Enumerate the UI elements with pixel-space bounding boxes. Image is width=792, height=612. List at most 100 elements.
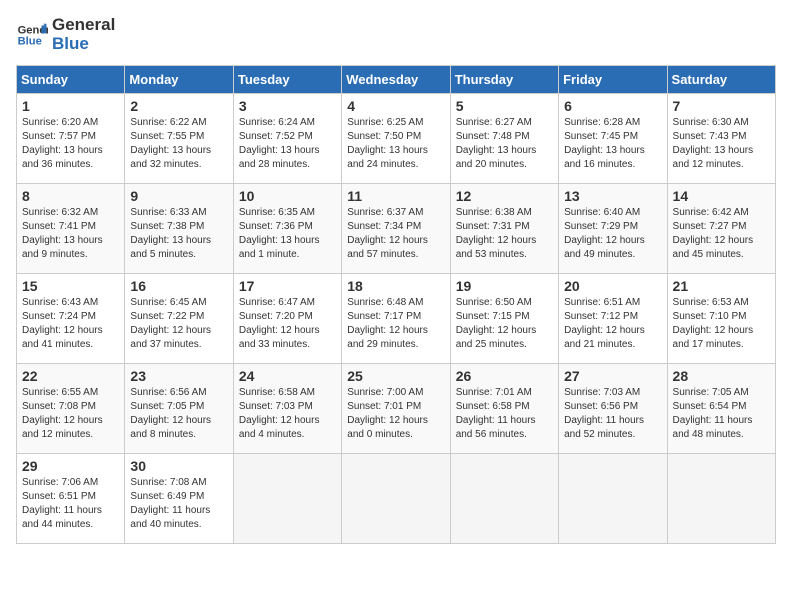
weekday-header: Wednesday — [342, 66, 450, 94]
day-number: 17 — [239, 278, 336, 294]
calendar-table: SundayMondayTuesdayWednesdayThursdayFrid… — [16, 65, 776, 544]
calendar-cell: 22 Sunrise: 6:55 AMSunset: 7:08 PMDayligh… — [17, 364, 125, 454]
day-number: 5 — [456, 98, 553, 114]
calendar-cell: 10 Sunrise: 6:35 AMSunset: 7:36 PMDayligh… — [233, 184, 341, 274]
calendar-cell — [233, 454, 341, 544]
day-number: 30 — [130, 458, 227, 474]
day-number: 24 — [239, 368, 336, 384]
calendar-cell: 1Sunrise: 6:20 AMSunset: 7:57 PMDaylight… — [17, 94, 125, 184]
day-info: Sunrise: 6:50 AMSunset: 7:15 PMDaylight:… — [456, 296, 553, 352]
day-info: Sunrise: 6:28 AMSunset: 7:45 PMDaylight:… — [564, 116, 661, 172]
day-info: Sunrise: 7:08 AMSunset: 6:49 PMDaylight:… — [130, 476, 227, 532]
calendar-cell: 14 Sunrise: 6:42 AMSunset: 7:27 PMDayligh… — [667, 184, 775, 274]
calendar-cell: 27 Sunrise: 7:03 AMSunset: 6:56 PMDayligh… — [559, 364, 667, 454]
logo: General Blue General Blue — [16, 16, 115, 53]
day-info: Sunrise: 6:43 AMSunset: 7:24 PMDaylight:… — [22, 296, 119, 352]
day-info: Sunrise: 6:24 AMSunset: 7:52 PMDaylight:… — [239, 116, 336, 172]
calendar-cell: 20 Sunrise: 6:51 AMSunset: 7:12 PMDayligh… — [559, 274, 667, 364]
day-info: Sunrise: 7:05 AMSunset: 6:54 PMDaylight:… — [673, 386, 770, 442]
day-info: Sunrise: 6:47 AMSunset: 7:20 PMDaylight:… — [239, 296, 336, 352]
day-number: 9 — [130, 188, 227, 204]
calendar-cell — [667, 454, 775, 544]
calendar-cell — [342, 454, 450, 544]
day-info: Sunrise: 6:33 AMSunset: 7:38 PMDaylight:… — [130, 206, 227, 262]
day-number: 6 — [564, 98, 661, 114]
day-info: Sunrise: 6:32 AMSunset: 7:41 PMDaylight:… — [22, 206, 119, 262]
day-number: 21 — [673, 278, 770, 294]
weekday-header: Monday — [125, 66, 233, 94]
day-number: 12 — [456, 188, 553, 204]
weekday-header: Thursday — [450, 66, 558, 94]
calendar-cell — [559, 454, 667, 544]
calendar-cell: 23Sunrise: 6:56 AMSunset: 7:05 PMDayligh… — [125, 364, 233, 454]
calendar-cell: 25 Sunrise: 7:00 AMSunset: 7:01 PMDayligh… — [342, 364, 450, 454]
calendar-cell: 3 Sunrise: 6:24 AMSunset: 7:52 PMDaylight… — [233, 94, 341, 184]
day-number: 7 — [673, 98, 770, 114]
day-number: 25 — [347, 368, 444, 384]
day-number: 26 — [456, 368, 553, 384]
day-info: Sunrise: 7:03 AMSunset: 6:56 PMDaylight:… — [564, 386, 661, 442]
calendar-cell: 13 Sunrise: 6:40 AMSunset: 7:29 PMDayligh… — [559, 184, 667, 274]
weekday-header: Sunday — [17, 66, 125, 94]
weekday-header: Friday — [559, 66, 667, 94]
day-number: 18 — [347, 278, 444, 294]
day-number: 13 — [564, 188, 661, 204]
calendar-cell: 24 Sunrise: 6:58 AMSunset: 7:03 PMDayligh… — [233, 364, 341, 454]
calendar-cell: 29 Sunrise: 7:06 AMSunset: 6:51 PMDayligh… — [17, 454, 125, 544]
day-info: Sunrise: 6:51 AMSunset: 7:12 PMDaylight:… — [564, 296, 661, 352]
day-info: Sunrise: 6:22 AMSunset: 7:55 PMDaylight:… — [130, 116, 227, 172]
day-info: Sunrise: 7:06 AMSunset: 6:51 PMDaylight:… — [22, 476, 119, 532]
day-info: Sunrise: 6:37 AMSunset: 7:34 PMDaylight:… — [347, 206, 444, 262]
day-number: 20 — [564, 278, 661, 294]
day-number: 14 — [673, 188, 770, 204]
calendar-cell: 6 Sunrise: 6:28 AMSunset: 7:45 PMDaylight… — [559, 94, 667, 184]
calendar-cell — [450, 454, 558, 544]
calendar-cell: 12 Sunrise: 6:38 AMSunset: 7:31 PMDayligh… — [450, 184, 558, 274]
calendar-cell: 30 Sunrise: 7:08 AMSunset: 6:49 PMDayligh… — [125, 454, 233, 544]
day-number: 29 — [22, 458, 119, 474]
day-number: 1 — [22, 98, 119, 114]
day-info: Sunrise: 6:27 AMSunset: 7:48 PMDaylight:… — [456, 116, 553, 172]
day-number: 11 — [347, 188, 444, 204]
calendar-cell: 15Sunrise: 6:43 AMSunset: 7:24 PMDayligh… — [17, 274, 125, 364]
day-number: 10 — [239, 188, 336, 204]
weekday-header: Tuesday — [233, 66, 341, 94]
day-info: Sunrise: 6:58 AMSunset: 7:03 PMDaylight:… — [239, 386, 336, 442]
day-info: Sunrise: 6:40 AMSunset: 7:29 PMDaylight:… — [564, 206, 661, 262]
day-info: Sunrise: 6:42 AMSunset: 7:27 PMDaylight:… — [673, 206, 770, 262]
day-info: Sunrise: 6:45 AMSunset: 7:22 PMDaylight:… — [130, 296, 227, 352]
day-number: 19 — [456, 278, 553, 294]
day-number: 27 — [564, 368, 661, 384]
day-info: Sunrise: 6:38 AMSunset: 7:31 PMDaylight:… — [456, 206, 553, 262]
day-number: 16 — [130, 278, 227, 294]
calendar-cell: 7 Sunrise: 6:30 AMSunset: 7:43 PMDaylight… — [667, 94, 775, 184]
day-number: 2 — [130, 98, 227, 114]
day-number: 22 — [22, 368, 119, 384]
day-number: 4 — [347, 98, 444, 114]
calendar-cell: 18 Sunrise: 6:48 AMSunset: 7:17 PMDayligh… — [342, 274, 450, 364]
day-number: 28 — [673, 368, 770, 384]
logo-icon: General Blue — [16, 19, 48, 51]
calendar-cell: 5 Sunrise: 6:27 AMSunset: 7:48 PMDaylight… — [450, 94, 558, 184]
day-info: Sunrise: 7:00 AMSunset: 7:01 PMDaylight:… — [347, 386, 444, 442]
header: General Blue General Blue — [16, 16, 776, 53]
calendar-cell: 28 Sunrise: 7:05 AMSunset: 6:54 PMDayligh… — [667, 364, 775, 454]
day-info: Sunrise: 6:53 AMSunset: 7:10 PMDaylight:… — [673, 296, 770, 352]
day-info: Sunrise: 6:48 AMSunset: 7:17 PMDaylight:… — [347, 296, 444, 352]
calendar-cell: 4 Sunrise: 6:25 AMSunset: 7:50 PMDaylight… — [342, 94, 450, 184]
day-info: Sunrise: 6:56 AMSunset: 7:05 PMDaylight:… — [130, 386, 227, 442]
day-info: Sunrise: 7:01 AMSunset: 6:58 PMDaylight:… — [456, 386, 553, 442]
calendar-cell: 17 Sunrise: 6:47 AMSunset: 7:20 PMDayligh… — [233, 274, 341, 364]
calendar-cell: 2 Sunrise: 6:22 AMSunset: 7:55 PMDaylight… — [125, 94, 233, 184]
calendar-cell: 11 Sunrise: 6:37 AMSunset: 7:34 PMDayligh… — [342, 184, 450, 274]
svg-text:Blue: Blue — [18, 35, 42, 47]
day-info: Sunrise: 6:30 AMSunset: 7:43 PMDaylight:… — [673, 116, 770, 172]
calendar-cell: 16 Sunrise: 6:45 AMSunset: 7:22 PMDayligh… — [125, 274, 233, 364]
day-info: Sunrise: 6:25 AMSunset: 7:50 PMDaylight:… — [347, 116, 444, 172]
day-info: Sunrise: 6:35 AMSunset: 7:36 PMDaylight:… — [239, 206, 336, 262]
calendar-cell: 8Sunrise: 6:32 AMSunset: 7:41 PMDaylight… — [17, 184, 125, 274]
calendar-cell: 26 Sunrise: 7:01 AMSunset: 6:58 PMDayligh… — [450, 364, 558, 454]
day-number: 3 — [239, 98, 336, 114]
day-info: Sunrise: 6:55 AMSunset: 7:08 PMDaylight:… — [22, 386, 119, 442]
calendar-cell: 9 Sunrise: 6:33 AMSunset: 7:38 PMDaylight… — [125, 184, 233, 274]
